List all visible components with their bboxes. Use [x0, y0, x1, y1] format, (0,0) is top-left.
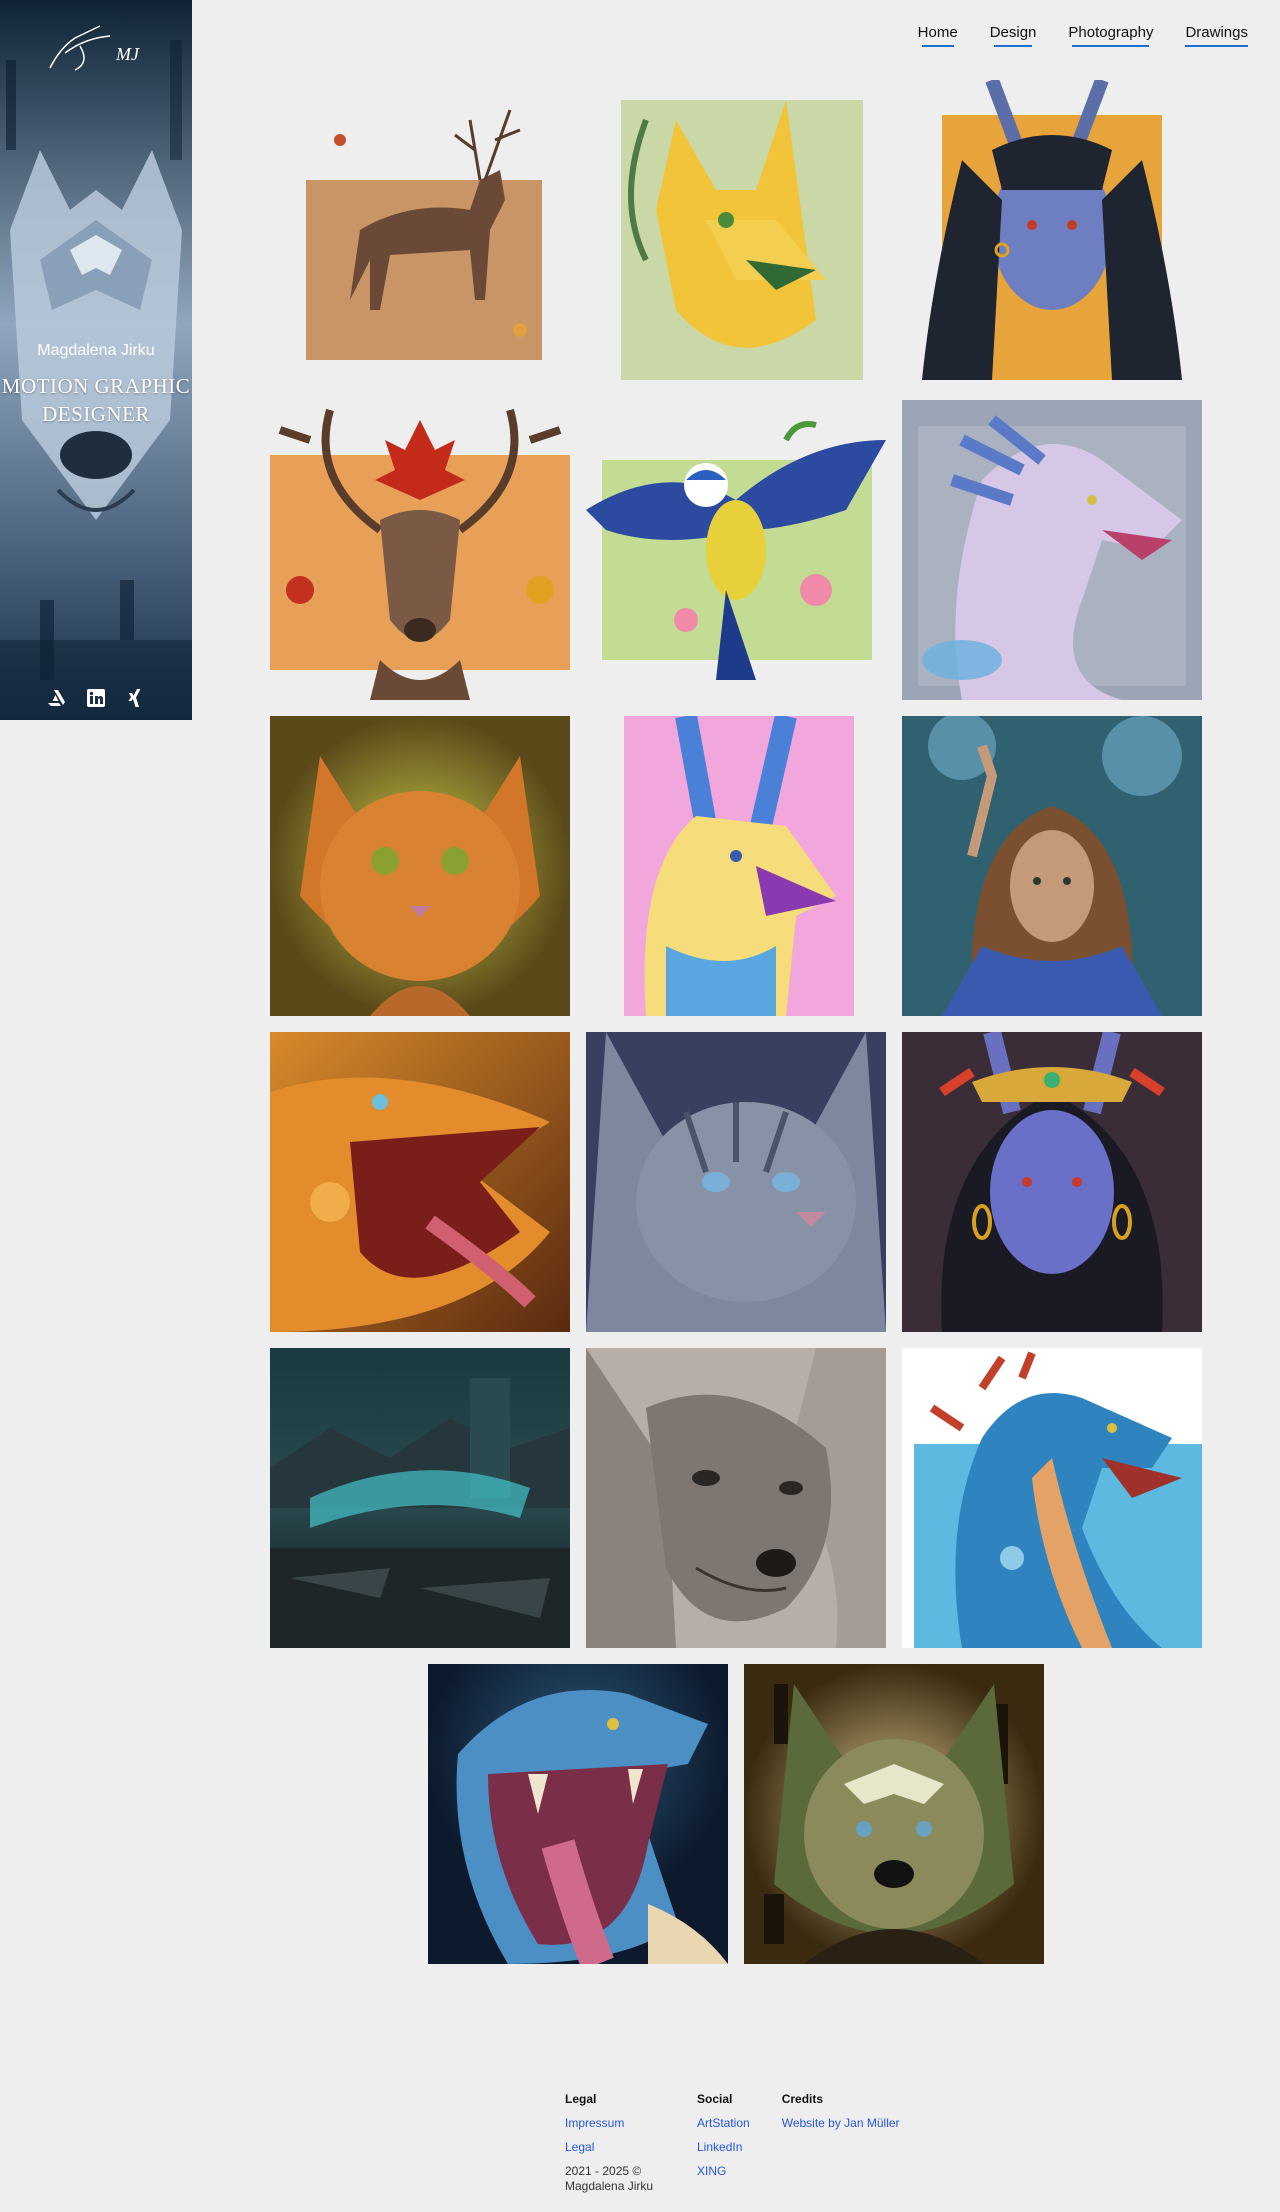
- gallery-item-blue-dragon-roar[interactable]: [428, 1664, 728, 1964]
- artist-title-line2: DESIGNER: [42, 402, 150, 426]
- sidebar: MJ Magdalena Jirku MOTION GRAPHIC DESIGN…: [0, 0, 192, 720]
- copyright-text: 2021 - 2025 © Magdalena Jirku: [565, 2164, 654, 2193]
- gallery-item-deer[interactable]: [270, 80, 570, 380]
- gallery-item-yellow-fox[interactable]: [586, 80, 886, 380]
- gallery-item-pencil-wolf[interactable]: [586, 1348, 886, 1648]
- gallery-item-dark-landscape[interactable]: [270, 1348, 570, 1648]
- gallery-item-water-girl[interactable]: [902, 716, 1202, 1016]
- footer-credits-column: Credits Website by Jan Müller: [782, 2092, 900, 2194]
- gallery-item-stag[interactable]: [270, 400, 570, 700]
- logo-initials: MJ: [115, 44, 140, 64]
- gallery-item-blue-elf[interactable]: [902, 80, 1202, 380]
- gallery-item-dark-wolf[interactable]: [744, 1664, 1044, 1964]
- credits-link[interactable]: Website by Jan Müller: [782, 2116, 900, 2130]
- gallery-item-blue-tit[interactable]: [586, 400, 886, 700]
- linkedin-link[interactable]: LinkedIn: [697, 2140, 750, 2154]
- footer-legal-heading: Legal: [565, 2092, 597, 2106]
- artstation-link[interactable]: ArtStation: [697, 2116, 750, 2130]
- site-footer: Legal Impressum Legal 2021 - 2025 © Magd…: [565, 2092, 900, 2194]
- gallery-item-yellow-creature[interactable]: [586, 716, 886, 1016]
- gallery-item-orange-cat[interactable]: [270, 716, 570, 1016]
- wolf-portrait-background: [0, 0, 192, 720]
- artist-title-line1: MOTION GRAPHIC: [1, 374, 191, 398]
- gallery-item-lilac-dragon[interactable]: [902, 400, 1202, 700]
- social-icons: [0, 688, 192, 708]
- nav-photography[interactable]: Photography: [1068, 24, 1153, 47]
- signature-logo: MJ: [49, 25, 140, 71]
- gallery-item-purple-elf[interactable]: [902, 1032, 1202, 1332]
- xing-link[interactable]: XING: [697, 2164, 750, 2178]
- footer-legal-column: Legal Impressum Legal 2021 - 2025 © Magd…: [565, 2092, 665, 2194]
- gallery-item-fire-dragon[interactable]: [270, 1032, 570, 1332]
- nav-home[interactable]: Home: [918, 24, 958, 47]
- footer-social-column: Social ArtStation LinkedIn XING: [697, 2092, 750, 2194]
- artist-title: MOTION GRAPHIC DESIGNER: [0, 372, 192, 428]
- legal-link[interactable]: Legal: [565, 2140, 665, 2154]
- nav-drawings[interactable]: Drawings: [1185, 24, 1248, 47]
- footer-credits-heading: Credits: [781, 2092, 824, 2106]
- gallery-item-tabby-cat[interactable]: [586, 1032, 886, 1332]
- footer-social-heading: Social: [697, 2092, 733, 2106]
- impressum-link[interactable]: Impressum: [565, 2116, 665, 2130]
- xing-icon[interactable]: [126, 688, 146, 708]
- linkedin-icon[interactable]: [86, 688, 106, 708]
- nav-design[interactable]: Design: [990, 24, 1036, 47]
- gallery-item-sea-dragon[interactable]: [902, 1348, 1202, 1648]
- main-navigation: Home Design Photography Drawings: [918, 24, 1248, 47]
- artstation-icon[interactable]: [46, 688, 66, 708]
- artist-name: Magdalena Jirku: [37, 342, 155, 359]
